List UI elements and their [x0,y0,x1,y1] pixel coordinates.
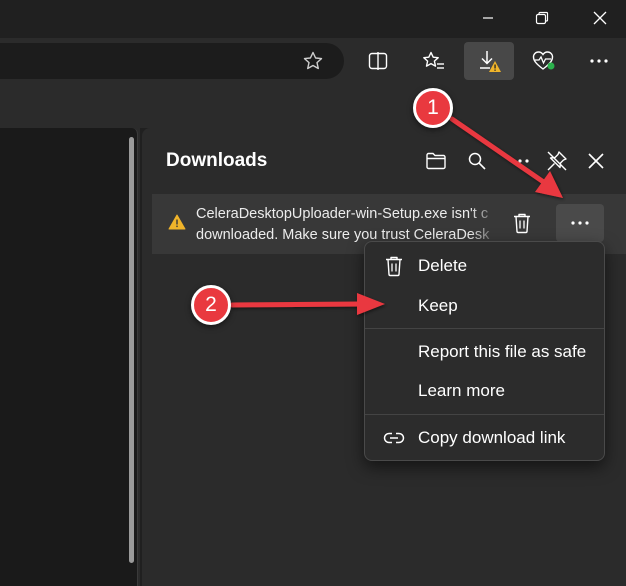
menu-item-learn-more[interactable]: Learn more [365,372,604,410]
web-page-content [0,128,138,586]
download-item-more-actions-button[interactable] [556,204,604,242]
warning-icon [168,214,186,230]
star-icon [303,51,323,70]
close-downloads-button[interactable] [582,147,610,175]
minimize-button[interactable] [462,0,514,36]
split-screen-button[interactable] [360,43,396,79]
minimize-icon [483,17,493,19]
close-icon [593,11,607,25]
trash-icon [383,255,405,277]
browser-toolbar [0,38,626,88]
restore-icon [535,11,549,25]
split-screen-icon [368,52,388,70]
close-window-button[interactable] [574,0,626,36]
downloads-more-options-button[interactable] [506,147,534,175]
address-bar[interactable] [0,43,344,79]
menu-item-label: Delete [418,256,468,275]
tab-content-strip [0,88,626,128]
menu-divider [365,328,604,329]
favorites-icon [423,51,444,69]
menu-item-label: Learn more [418,381,505,400]
menu-item-label: Report this file as safe [418,342,587,361]
download-item-message-line1: CeleraDesktopUploader-win-Setup.exe isn'… [196,206,489,222]
unpin-icon [547,151,567,171]
trash-icon [514,213,530,234]
browser-essentials-button[interactable] [526,43,562,79]
downloads-button[interactable] [464,42,514,80]
close-icon [588,153,604,169]
menu-item-report-safe[interactable]: Report this file as safe [365,333,604,371]
search-icon [468,152,486,170]
browser-essentials-icon [532,51,555,70]
menu-item-delete[interactable]: Delete [365,247,604,285]
pin-panel-button[interactable] [543,147,571,175]
download-context-menu: Delete Keep Report this file as safe Lea… [364,241,605,461]
annotation-badge-1: 1 [413,88,453,128]
restore-button[interactable] [516,0,568,36]
menu-item-label: Keep [418,296,458,315]
menu-item-copy-link[interactable]: Copy download link [365,419,604,457]
folder-icon [426,152,446,170]
favorites-button[interactable] [416,43,452,79]
page-scrollbar[interactable] [129,137,134,563]
search-downloads-button[interactable] [463,147,491,175]
more-icon [511,159,529,163]
open-downloads-folder-button[interactable] [422,147,450,175]
more-icon [590,59,608,63]
link-icon [383,427,405,449]
download-warning-icon [480,51,501,72]
title-bar [0,0,626,38]
downloads-title: Downloads [166,150,268,171]
menu-item-label: Copy download link [418,428,566,447]
menu-item-keep[interactable]: Keep [365,287,604,325]
more-icon [571,221,589,225]
settings-more-button[interactable] [581,43,617,79]
favorite-button[interactable] [295,43,331,79]
annotation-badge-2: 2 [191,285,231,325]
menu-divider [365,414,604,415]
delete-download-button[interactable] [506,207,538,239]
